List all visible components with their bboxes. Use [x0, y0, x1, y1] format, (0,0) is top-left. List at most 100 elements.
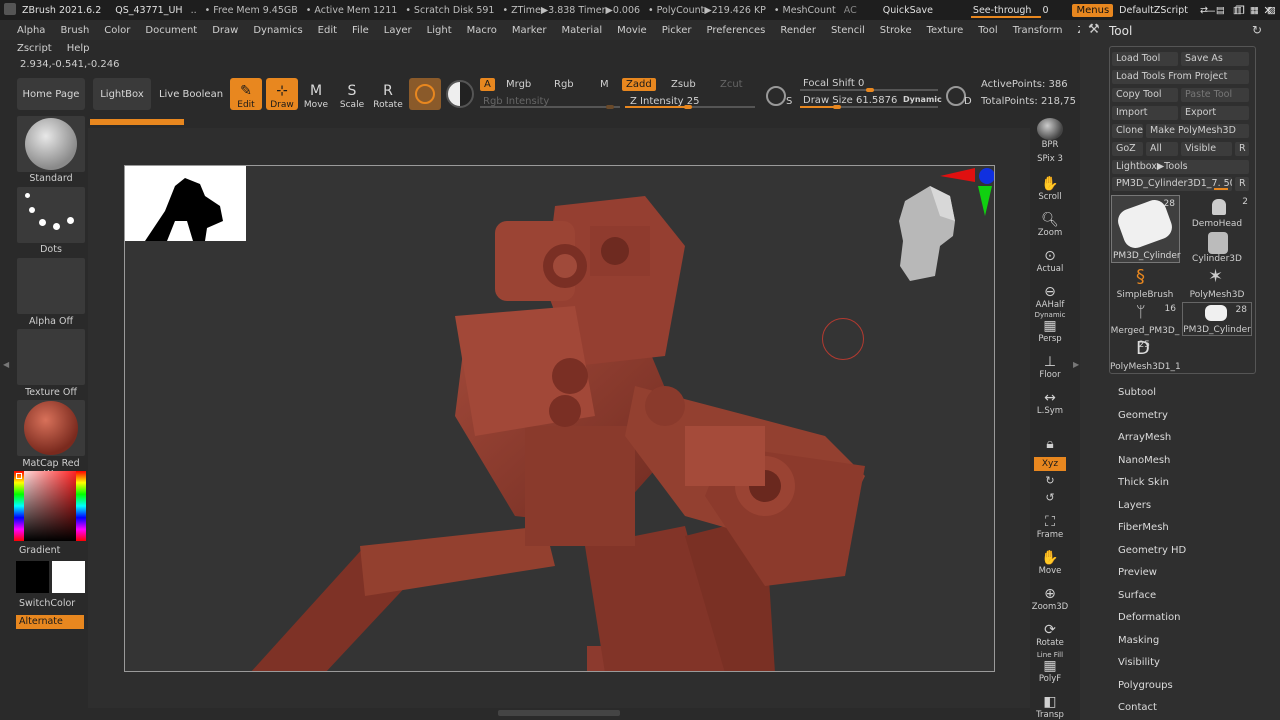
sphere-icon-button[interactable] [446, 80, 474, 108]
tool-thumb-demohead[interactable]: 2 DemoHead [1182, 195, 1252, 229]
r-button[interactable]: R [1235, 142, 1249, 156]
rotate-view-button[interactable]: ⟳ Rotate [1034, 616, 1066, 649]
load-tool-button[interactable]: Load Tool [1112, 52, 1178, 66]
menu-edit[interactable]: Edit [310, 25, 344, 36]
see-through-slider[interactable]: See-through 0 [969, 5, 1053, 18]
spix-slider[interactable]: SPix 3 [1034, 150, 1066, 164]
copy-tool-button[interactable]: Copy Tool [1112, 88, 1178, 102]
menu-zscript[interactable]: Zscript [0, 43, 59, 54]
zcut-button[interactable]: Zcut [720, 79, 743, 90]
tool-thumb-merged-pm3d[interactable]: ᛘ 16 Merged_PM3D_ [1110, 302, 1180, 336]
mrgb-button[interactable]: Mrgb [506, 79, 531, 90]
current-tool-r-button[interactable]: R [1235, 177, 1249, 191]
material-swatch-button[interactable] [409, 78, 441, 110]
menu-tool[interactable]: Tool [971, 25, 1005, 36]
default-zscript[interactable]: DefaultZScript [1115, 5, 1192, 16]
load-from-project-button[interactable]: Load Tools From Project [1112, 70, 1249, 84]
menu-alpha[interactable]: Alpha [0, 25, 53, 36]
z-intensity-knob[interactable] [684, 105, 692, 109]
menu-brush[interactable]: Brush [53, 25, 97, 36]
minimize-icon[interactable]: — [1196, 0, 1224, 20]
bottom-shelf-handle[interactable] [498, 710, 620, 716]
menu-document[interactable]: Document [138, 25, 205, 36]
menu-preferences[interactable]: Preferences [699, 25, 773, 36]
menu-movie[interactable]: Movie [610, 25, 655, 36]
draw-button[interactable]: ⊹ Draw [266, 78, 298, 110]
menu-texture[interactable]: Texture [919, 25, 971, 36]
menu-marker[interactable]: Marker [504, 25, 554, 36]
move-button[interactable]: M Move [300, 78, 332, 110]
section-visibility[interactable]: Visibility [1118, 657, 1160, 668]
persp-button[interactable]: Dynamic ▦ Persp [1034, 311, 1066, 344]
zoom3d-button[interactable]: ⊕ Zoom3D [1032, 580, 1068, 613]
polyf-button[interactable]: Line Fill ▦ PolyF [1034, 651, 1066, 684]
visible-button[interactable]: Visible [1181, 142, 1232, 156]
all-button[interactable]: All [1146, 142, 1178, 156]
stroke-selector[interactable] [17, 187, 85, 243]
left-collapse-icon[interactable]: ◀ [3, 360, 9, 369]
section-nanomesh[interactable]: NanoMesh [1118, 455, 1170, 466]
section-preview[interactable]: Preview [1118, 567, 1157, 578]
scale-button[interactable]: S Scale [336, 78, 368, 110]
paste-tool-button[interactable]: Paste Tool [1181, 88, 1249, 102]
bpr-button[interactable]: BPR [1034, 118, 1066, 150]
save-as-button[interactable]: Save As [1181, 52, 1249, 66]
quicksave-button[interactable]: QuickSave [879, 5, 937, 16]
zsub-button[interactable]: Zsub [671, 79, 696, 90]
tool-palette-title[interactable]: Tool [1109, 24, 1132, 38]
menu-dynamics[interactable]: Dynamics [246, 25, 310, 36]
menu-transform[interactable]: Transform [1005, 25, 1070, 36]
clone-button[interactable]: Clone [1112, 124, 1143, 138]
draw-size-slider[interactable]: Draw Size 61.5876 [803, 95, 897, 106]
rotate-y-button[interactable]: ↻ [1034, 472, 1066, 488]
menu-stroke[interactable]: Stroke [872, 25, 919, 36]
tool-thumb-polymesh3d[interactable]: ✶ PolyMesh3D [1182, 266, 1252, 300]
section-layers[interactable]: Layers [1118, 500, 1151, 511]
section-thick-skin[interactable]: Thick Skin [1118, 477, 1169, 488]
switchcolor-button[interactable]: SwitchColor [19, 598, 87, 609]
xyz-button[interactable]: Xyz [1034, 457, 1066, 471]
d-gizmo-icon[interactable] [946, 86, 966, 106]
menu-color[interactable]: Color [97, 25, 138, 36]
floor-button[interactable]: ⊥ Floor [1034, 348, 1066, 381]
export-button[interactable]: Export [1181, 106, 1249, 120]
rgb-intensity-knob[interactable] [606, 105, 614, 109]
tool-thumb-simplebrush[interactable]: § SimpleBrush [1110, 266, 1180, 300]
section-arraymesh[interactable]: ArrayMesh [1118, 432, 1171, 443]
close-icon[interactable]: ✕ [1254, 0, 1280, 20]
reset-icon[interactable]: ↻ [1252, 23, 1262, 37]
home-page-button[interactable]: Home Page [17, 78, 85, 110]
primary-color-swatch[interactable] [52, 561, 85, 593]
lock-button[interactable]: 🔒︎ [1034, 420, 1066, 452]
make-polymesh-button[interactable]: Make PolyMesh3D [1146, 124, 1249, 138]
transp-button[interactable]: ◧ Transp [1034, 688, 1066, 720]
rotate-button[interactable]: R Rotate [372, 78, 404, 110]
menu-picker[interactable]: Picker [654, 25, 699, 36]
tool-thumb-pm3d-cylinder-active[interactable]: 28 PM3D_Cylinder [1111, 195, 1181, 263]
live-boolean-button[interactable]: Live Boolean [156, 78, 226, 110]
focal-shift-slider[interactable]: Focal Shift 0 [803, 78, 864, 89]
a-toggle[interactable]: A [480, 78, 495, 91]
tool-thumb-cylinder3d[interactable]: Cylinder3D [1182, 230, 1252, 264]
color-picker[interactable] [14, 471, 86, 541]
section-surface[interactable]: Surface [1118, 590, 1156, 601]
actual-button[interactable]: ⊙ Actual [1034, 242, 1066, 275]
document-viewport[interactable] [124, 165, 995, 672]
focal-shift-knob[interactable] [866, 88, 874, 92]
menu-light[interactable]: Light [419, 25, 459, 36]
goz-button[interactable]: GoZ [1112, 142, 1143, 156]
navigator-thumbnail[interactable] [125, 166, 246, 241]
menus-button[interactable]: Menus [1072, 3, 1114, 17]
menu-file[interactable]: File [345, 25, 377, 36]
brush-selector[interactable] [17, 116, 85, 172]
section-geometry[interactable]: Geometry [1118, 410, 1168, 421]
section-fibermesh[interactable]: FiberMesh [1118, 522, 1169, 533]
section-geometry-hd[interactable]: Geometry HD [1118, 545, 1186, 556]
rgb-button[interactable]: Rgb [554, 79, 574, 90]
edit-button[interactable]: ✎ Edit [230, 78, 262, 110]
aahalf-button[interactable]: ⊖ AAHalf [1034, 278, 1066, 311]
frame-button[interactable]: ⛶ Frame [1034, 508, 1066, 541]
axis-gizmo-icon[interactable] [940, 166, 995, 226]
dynamic-button[interactable]: Dynamic [903, 95, 942, 104]
material-selector[interactable] [17, 400, 85, 456]
